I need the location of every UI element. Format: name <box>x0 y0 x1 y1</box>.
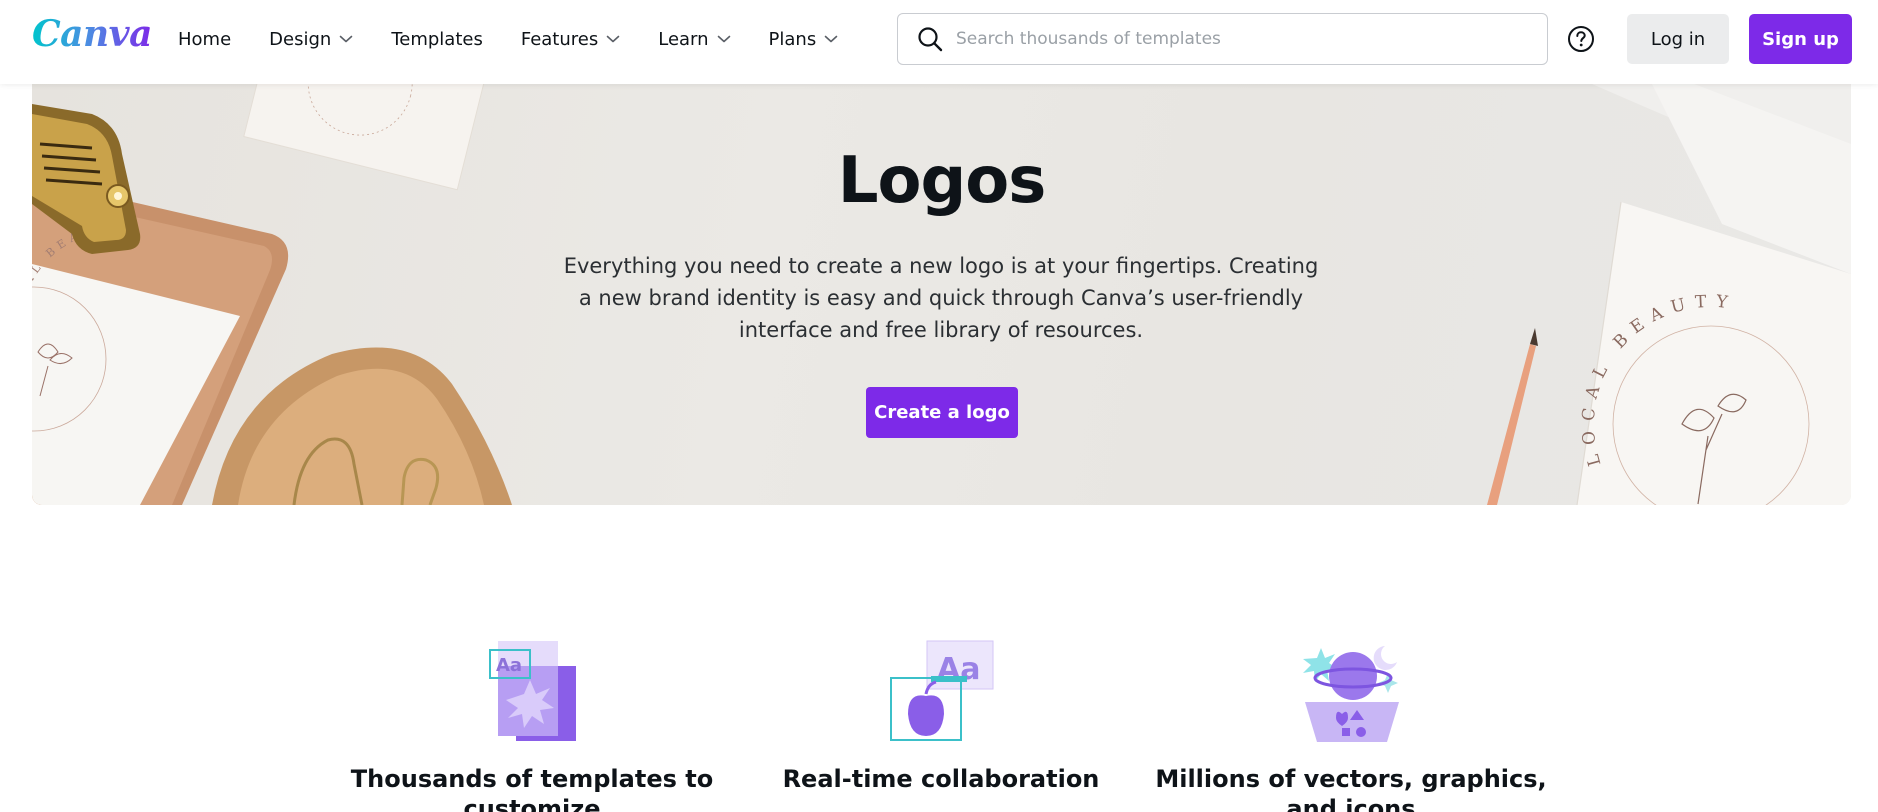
canva-logo[interactable]: Canva <box>32 13 152 55</box>
feature-title: Real-time collaboration <box>782 765 1100 793</box>
feature-title: Thousands of templates to customize <box>350 765 714 812</box>
top-header: Canva Home Design Templates Features Lea… <box>0 0 1878 84</box>
feature-title: Millions of vectors, graphics, and icons <box>1155 765 1547 812</box>
nav-item-label: Templates <box>391 28 483 50</box>
create-logo-button[interactable]: Create a logo <box>866 387 1018 438</box>
sign-up-button[interactable]: Sign up <box>1749 14 1852 64</box>
nav-item-plans[interactable]: Plans <box>769 19 839 59</box>
nav-item-label: Home <box>178 28 232 50</box>
log-in-button[interactable]: Log in <box>1627 14 1729 64</box>
search-input[interactable] <box>956 29 1516 49</box>
nav-item-templates[interactable]: Templates <box>391 19 483 59</box>
nav-item-label: Design <box>269 28 332 50</box>
nav-item-features[interactable]: Features <box>521 19 620 59</box>
chevron-down-icon <box>606 34 620 44</box>
collaboration-icon: Aa <box>887 636 997 750</box>
question-circle-icon[interactable] <box>1567 25 1595 53</box>
hero-description: Everything you need to create a new logo… <box>563 254 1319 342</box>
templates-icon: Aa <box>478 636 588 750</box>
main-nav: Home Design Templates Features Learn Pla… <box>178 0 876 78</box>
nav-item-label: Learn <box>658 28 709 50</box>
chevron-down-icon <box>824 34 838 44</box>
chevron-down-icon <box>339 34 353 44</box>
nav-item-label: Features <box>520 28 599 50</box>
nav-item-design[interactable]: Design <box>269 19 353 59</box>
graphics-icon <box>1297 636 1407 750</box>
chevron-down-icon <box>717 34 731 44</box>
nav-item-label: Plans <box>768 28 817 50</box>
hero-banner: LOCAL BEAUTY <box>32 84 1851 505</box>
search-bar[interactable] <box>897 13 1548 65</box>
nav-item-home[interactable]: Home <box>178 19 231 59</box>
page-title: Logos <box>837 144 1047 218</box>
svg-text:Aa: Aa <box>496 655 522 676</box>
nav-item-learn[interactable]: Learn <box>658 19 730 59</box>
search-icon <box>916 25 944 53</box>
